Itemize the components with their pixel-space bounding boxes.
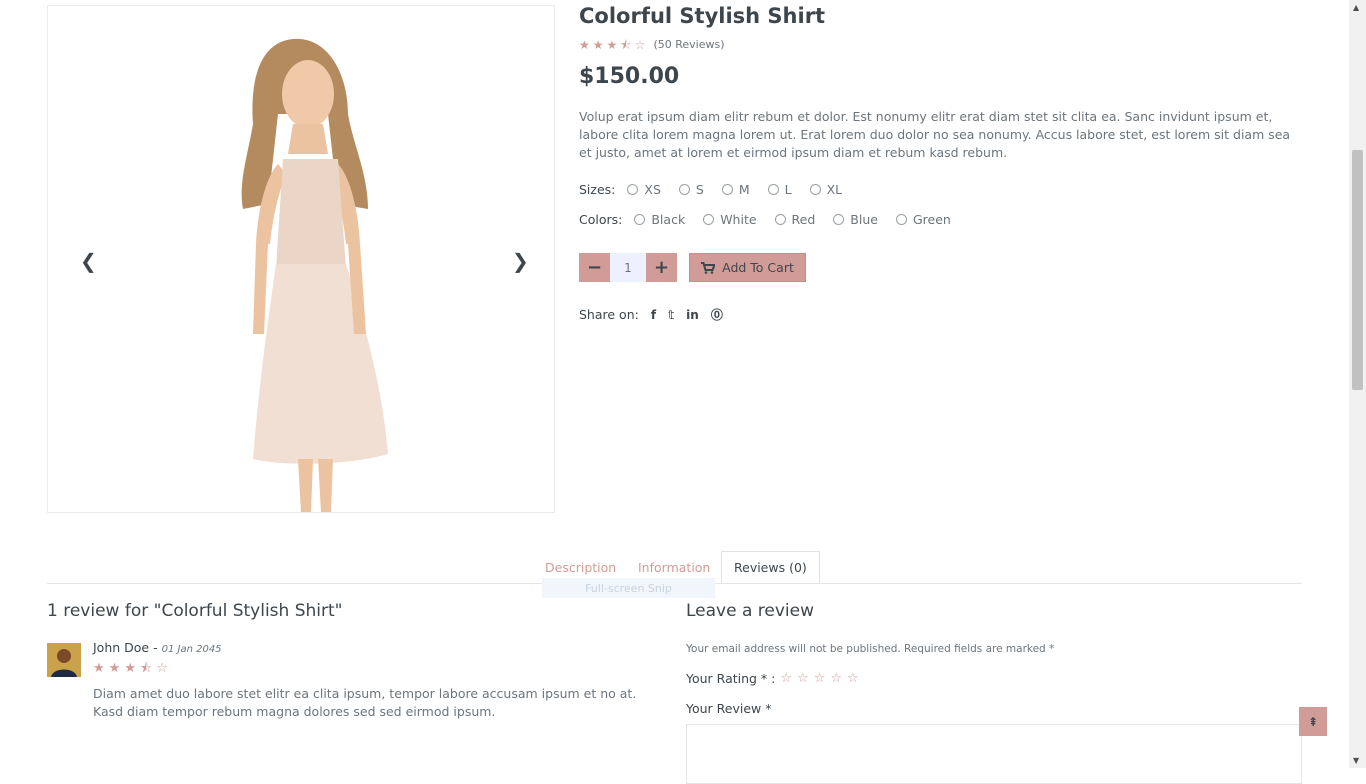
radio-icon[interactable] [767,184,779,195]
radio-icon[interactable] [895,214,907,225]
rating-star-3-icon[interactable]: ☆ [814,672,826,685]
review-form-heading: Leave a review [686,601,815,621]
review-author: John Doe - 01 Jan 2045 [93,640,222,655]
product-image-carousel: ❮ ❯ [47,5,555,513]
product-title: Colorful Stylish Shirt [579,4,826,28]
double-chevron-up-icon: ⇞ [1307,714,1319,729]
tab-reviews[interactable]: Reviews (0) [721,551,820,583]
radio-icon[interactable] [774,214,786,225]
snip-overlay: Full-screen Snip [542,578,715,598]
review-textarea[interactable] [686,724,1302,784]
size-option-xl[interactable]: XL [809,182,842,197]
color-options: Colors: Black White Red Blue Green [579,212,969,227]
star-full-icon: ★ [108,661,121,676]
scroll-down-icon[interactable]: ▼ [1353,756,1359,765]
star-full-icon: ★ [93,661,105,676]
size-options: Sizes: XS S M L XL [579,182,860,197]
your-review-label: Your Review * [686,701,772,716]
rating-star-5-icon[interactable]: ☆ [847,672,859,685]
product-description: Volup erat ipsum diam elitr rebum et dol… [579,109,1291,160]
star-full-icon: ★ [579,37,590,52]
colors-label: Colors: [579,212,623,227]
product-rating: ★ ★ ★ ⯪ ☆ (50 Reviews) [579,38,725,51]
star-empty-icon: ☆ [156,661,168,676]
cart-icon [701,261,716,274]
rating-star-4-icon[interactable]: ☆ [830,672,842,685]
star-full-icon: ★ [606,37,618,52]
radio-icon[interactable] [833,214,845,225]
radio-icon[interactable] [809,184,821,195]
back-to-top-button[interactable]: ⇞ [1299,707,1327,736]
size-option-l[interactable]: L [767,182,792,197]
product-price: $150.00 [579,64,680,89]
radio-icon[interactable] [634,214,646,225]
color-option-white[interactable]: White [703,212,757,227]
color-option-green[interactable]: Green [895,212,951,227]
star-half-icon: ⯪ [139,661,153,676]
facebook-icon[interactable]: f [651,308,656,322]
star-half-icon: ⯪ [620,37,632,52]
add-to-cart-button[interactable]: Add To Cart [689,253,806,282]
scroll-thumb[interactable] [1352,150,1363,390]
avatar [47,643,81,677]
radio-icon[interactable] [627,184,639,195]
review-form-note: Your email address will not be published… [686,643,1055,655]
scroll-up-icon[interactable]: ▲ [1353,3,1359,12]
reviews-count: (50 Reviews) [653,38,725,51]
product-photo [241,38,388,512]
add-to-cart-label: Add To Cart [722,260,794,275]
color-option-blue[interactable]: Blue [833,212,878,227]
sizes-label: Sizes: [579,182,616,197]
quantity-minus-button[interactable]: − [579,253,610,282]
rating-star-1-icon[interactable]: ☆ [780,672,792,685]
review-date: 01 Jan 2045 [161,644,222,655]
rating-star-2-icon[interactable]: ☆ [797,672,809,685]
carousel-prev-icon[interactable]: ❮ [80,251,97,271]
quantity-plus-button[interactable]: + [646,253,677,282]
star-full-icon: ★ [124,661,136,676]
size-option-s[interactable]: S [678,182,704,197]
review-rating: ★ ★ ★ ⯪ ☆ [93,662,168,675]
pinterest-icon[interactable]: ⓪ [711,306,723,323]
star-full-icon: ★ [592,37,604,52]
your-rating-label: Your Rating * : [686,671,776,686]
linkedin-icon[interactable]: in [686,308,699,322]
share-bar: Share on: f 𝕥 in ⓪ [579,306,723,323]
quantity-stepper: − 1 + [579,253,677,282]
your-rating: Your Rating * : ☆ ☆ ☆ ☆ ☆ [686,671,859,686]
radio-icon[interactable] [721,184,733,195]
radio-icon[interactable] [678,184,690,195]
review-text: Diam amet duo labore stet elitr ea clita… [93,686,637,719]
carousel-next-icon[interactable]: ❯ [512,251,529,271]
color-option-red[interactable]: Red [774,212,815,227]
size-option-m[interactable]: M [721,182,750,197]
page-scrollbar[interactable]: ▲ ▼ [1349,0,1366,768]
reviews-heading: 1 review for "Colorful Stylish Shirt" [47,601,343,621]
quantity-input[interactable]: 1 [610,253,646,282]
twitter-icon[interactable]: 𝕥 [668,308,674,322]
color-option-black[interactable]: Black [634,212,685,227]
share-label: Share on: [579,307,639,322]
size-option-xs[interactable]: XS [627,182,661,197]
star-empty-icon: ☆ [634,37,646,52]
radio-icon[interactable] [703,214,715,225]
